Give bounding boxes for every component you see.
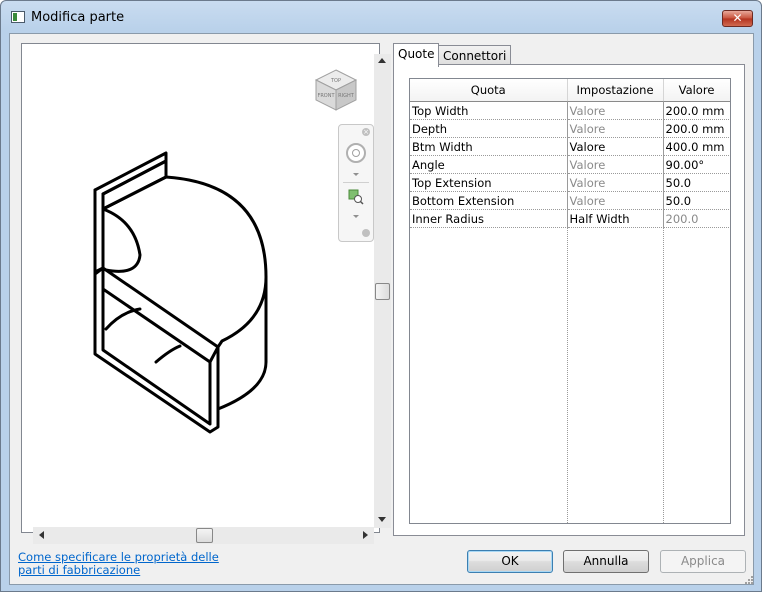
horizontal-scroll-thumb[interactable] [196, 528, 213, 543]
navigation-bar: × [338, 124, 374, 242]
cell-valore[interactable]: 200.0 [663, 209, 730, 228]
cell-valore[interactable]: 50.0 [663, 191, 730, 210]
table-row[interactable]: Bottom Extension Valore 50.0 [410, 191, 730, 210]
title-bar[interactable]: Modifica parte ✕ [1, 1, 761, 35]
cell-valore[interactable]: 200.0 mm [663, 101, 730, 120]
viewcube-face-top[interactable]: TOP [330, 78, 341, 84]
dialog-window: Modifica parte ✕ TOP FRONT RIGHT × Quote… [0, 0, 762, 592]
window-title: Modifica parte [31, 10, 125, 25]
resize-grip-icon[interactable] [743, 574, 753, 584]
cell-valore[interactable]: 50.0 [663, 173, 730, 192]
apply-button[interactable]: Applica [660, 550, 746, 573]
column-divider [567, 101, 568, 523]
dimensions-table-body: Top Width Valore 200.0 mm Depth Valore 200.0 … [410, 101, 730, 228]
column-divider [663, 101, 664, 523]
close-button[interactable]: ✕ [722, 10, 753, 27]
ok-button[interactable]: OK [467, 550, 553, 573]
table-row[interactable]: Top Extension Valore 50.0 [410, 173, 730, 192]
tab-connettori[interactable]: Connettori [438, 45, 512, 65]
scroll-up-icon[interactable] [378, 58, 386, 63]
cell-impostazione[interactable]: Valore [567, 101, 664, 120]
cell-impostazione[interactable]: Valore [567, 119, 664, 138]
cell-impostazione[interactable]: Valore [567, 137, 664, 156]
table-row[interactable]: Inner Radius Half Width 200.0 [410, 209, 730, 228]
tab-quote[interactable]: Quote [393, 43, 440, 67]
cell-valore[interactable]: 400.0 mm [663, 137, 730, 156]
zoom-extents-icon[interactable] [348, 189, 364, 205]
viewcube-face-right[interactable]: RIGHT [338, 93, 355, 99]
viewcube-face-front[interactable]: FRONT [317, 93, 335, 99]
window-icon [11, 11, 25, 23]
cancel-button[interactable]: Annulla [563, 550, 649, 573]
chevron-down-icon[interactable] [353, 215, 359, 218]
cell-quota[interactable]: Top Width [410, 101, 568, 120]
table-row[interactable]: Angle Valore 90.00° [410, 155, 730, 174]
cell-valore[interactable]: 200.0 mm [663, 119, 730, 138]
steering-wheel-icon[interactable] [346, 143, 366, 163]
cell-quota[interactable]: Angle [410, 155, 568, 174]
cell-quota[interactable]: Inner Radius [410, 209, 568, 228]
scroll-down-icon[interactable] [378, 517, 386, 522]
scroll-right-icon[interactable] [363, 531, 368, 539]
vertical-scroll-thumb[interactable] [375, 283, 390, 300]
view-cube[interactable]: TOP FRONT RIGHT [312, 66, 360, 114]
cell-quota[interactable]: Bottom Extension [410, 191, 568, 210]
column-header-valore[interactable]: Valore [663, 79, 730, 102]
navbar-divider [343, 182, 369, 183]
table-row[interactable]: Btm Width Valore 400.0 mm [410, 137, 730, 156]
navbar-close-icon[interactable]: × [362, 128, 370, 136]
chevron-down-icon[interactable] [353, 173, 359, 176]
dialog-client-area: TOP FRONT RIGHT × Quote Connettori Quota… [9, 33, 754, 585]
cell-valore[interactable]: 90.00° [663, 155, 730, 174]
navbar-customize-icon[interactable] [362, 229, 370, 237]
tab-page-quote: Quota Impostazione Valore Top Width Valor… [393, 64, 745, 536]
vertical-scrollbar[interactable] [374, 54, 391, 528]
horizontal-scrollbar[interactable] [33, 527, 374, 544]
scroll-left-icon[interactable] [39, 531, 44, 539]
column-header-impostazione[interactable]: Impostazione [567, 79, 664, 102]
properties-panel: Quote Connettori Quota Impostazione Valo… [393, 43, 745, 536]
column-header-quota[interactable]: Quota [410, 79, 568, 102]
cell-quota[interactable]: Btm Width [410, 137, 568, 156]
part-preview-viewport[interactable]: TOP FRONT RIGHT × [21, 43, 391, 544]
table-row[interactable]: Depth Valore 200.0 mm [410, 119, 730, 138]
close-icon: ✕ [732, 11, 743, 25]
cell-impostazione[interactable]: Valore [567, 191, 664, 210]
cell-quota[interactable]: Top Extension [410, 173, 568, 192]
cell-impostazione[interactable]: Half Width [567, 209, 664, 228]
help-link[interactable]: Come specificare le proprietà delle part… [18, 551, 248, 577]
dimensions-table: Quota Impostazione Valore Top Width Valor… [410, 79, 730, 228]
cell-quota[interactable]: Depth [410, 119, 568, 138]
part-3d-drawing [93, 151, 268, 434]
cell-impostazione[interactable]: Valore [567, 173, 664, 192]
table-row[interactable]: Top Width Valore 200.0 mm [410, 101, 730, 120]
cell-impostazione[interactable]: Valore [567, 155, 664, 174]
dimensions-grid: Quota Impostazione Valore Top Width Valor… [409, 78, 731, 524]
